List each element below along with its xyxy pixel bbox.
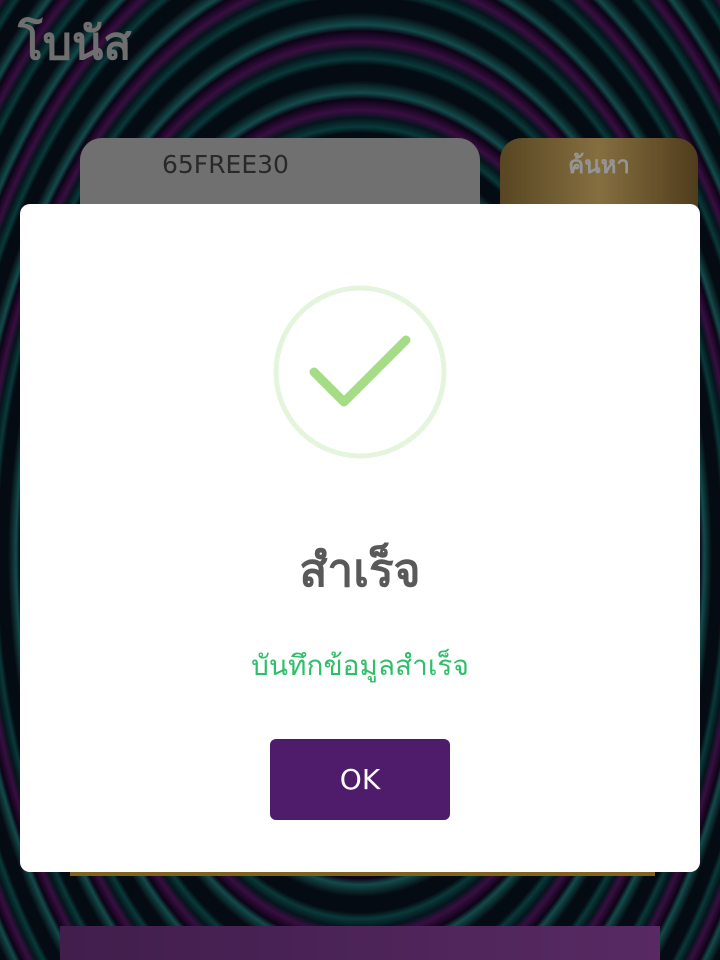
dialog-title: สำเร็จ bbox=[299, 543, 421, 597]
checkmark-icon bbox=[273, 285, 447, 459]
success-dialog: สำเร็จ บันทึกข้อมูลสำเร็จ OK bbox=[20, 204, 700, 872]
bonus-page: โบนัส ค้นหา สำเร็จ บันทึกข้อมูลสำเร็จ OK bbox=[0, 0, 720, 960]
dialog-message: บันทึกข้อมูลสำเร็จ bbox=[251, 649, 469, 682]
ok-button[interactable]: OK bbox=[270, 739, 450, 820]
